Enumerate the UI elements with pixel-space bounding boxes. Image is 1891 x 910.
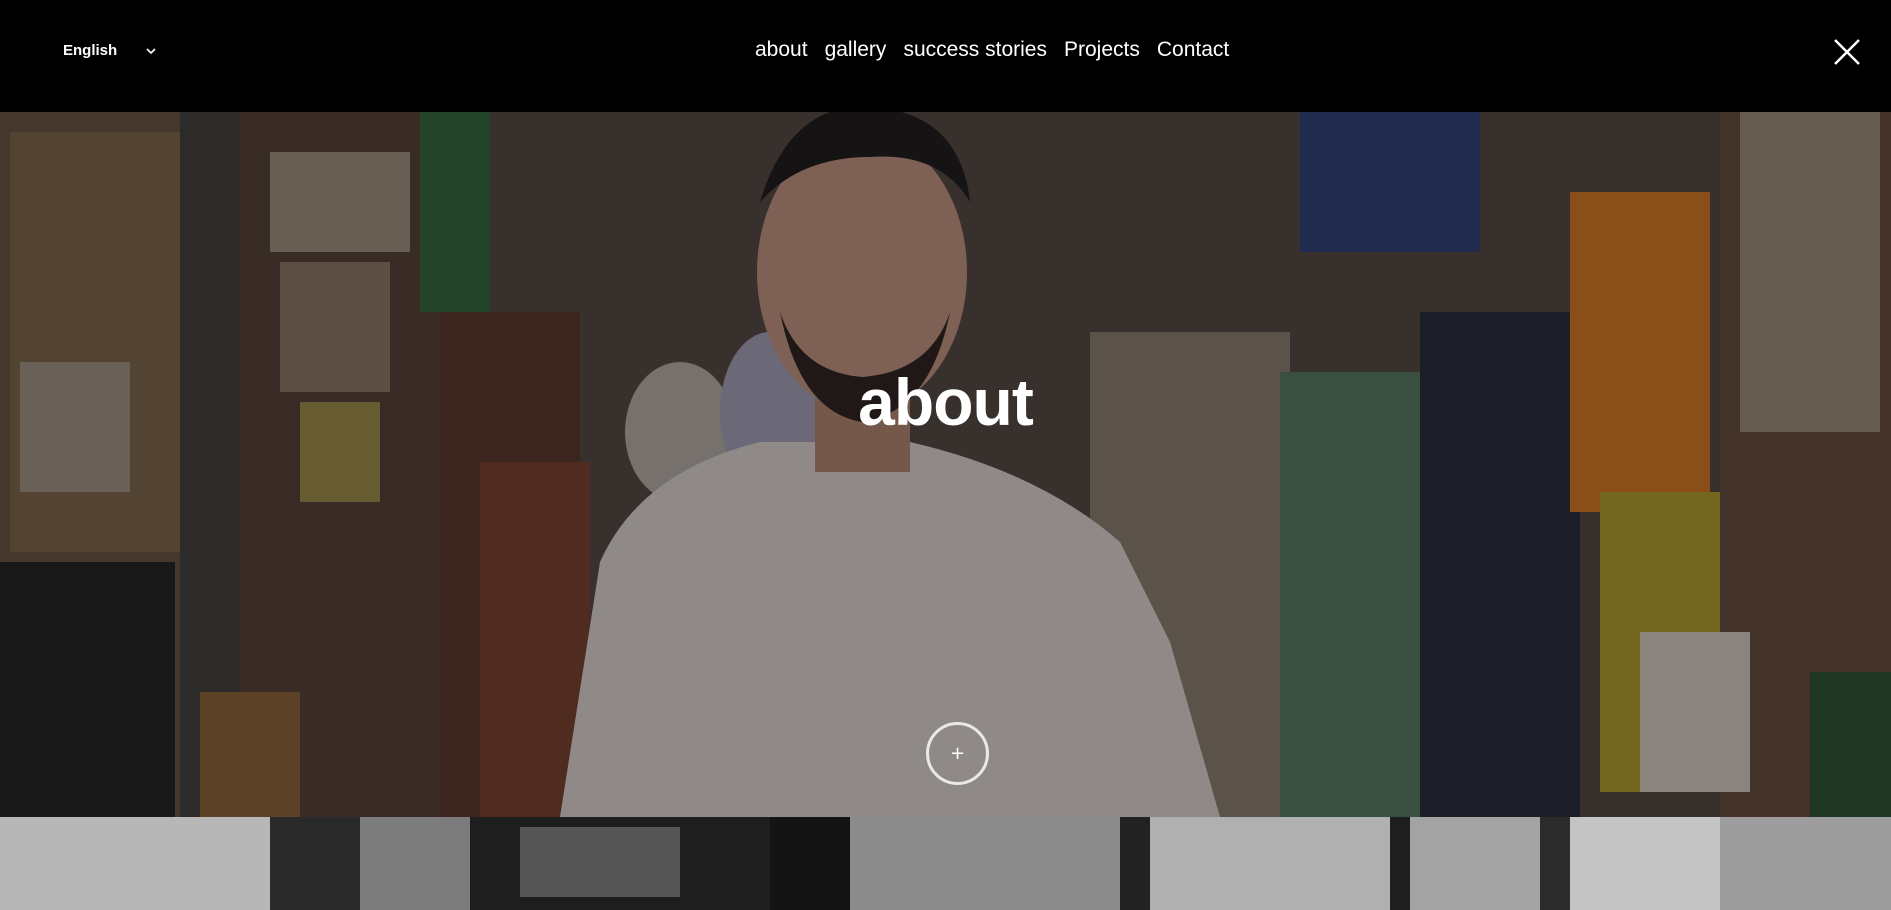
top-bar: English about gallery success stories Pr… xyxy=(0,0,1891,112)
language-selector[interactable]: English xyxy=(63,42,157,59)
page-title: about xyxy=(858,365,1034,439)
hero-section: about + xyxy=(0,112,1891,817)
nav-item-projects[interactable]: Projects xyxy=(1064,38,1140,62)
expand-button[interactable]: + xyxy=(926,722,989,785)
close-icon[interactable] xyxy=(1833,38,1861,66)
chevron-down-icon xyxy=(146,47,156,54)
nav-item-about[interactable]: about xyxy=(755,38,808,62)
next-section-background-image xyxy=(0,817,1891,910)
nav-item-success-stories[interactable]: success stories xyxy=(903,38,1047,62)
plus-icon: + xyxy=(949,743,966,764)
nav-item-contact[interactable]: Contact xyxy=(1157,38,1229,62)
hero-background-image xyxy=(0,112,1891,817)
language-label: English xyxy=(63,42,118,59)
next-section-image xyxy=(0,817,1891,910)
nav-item-gallery[interactable]: gallery xyxy=(825,38,887,62)
main-nav: about gallery success stories Projects C… xyxy=(755,38,1246,62)
